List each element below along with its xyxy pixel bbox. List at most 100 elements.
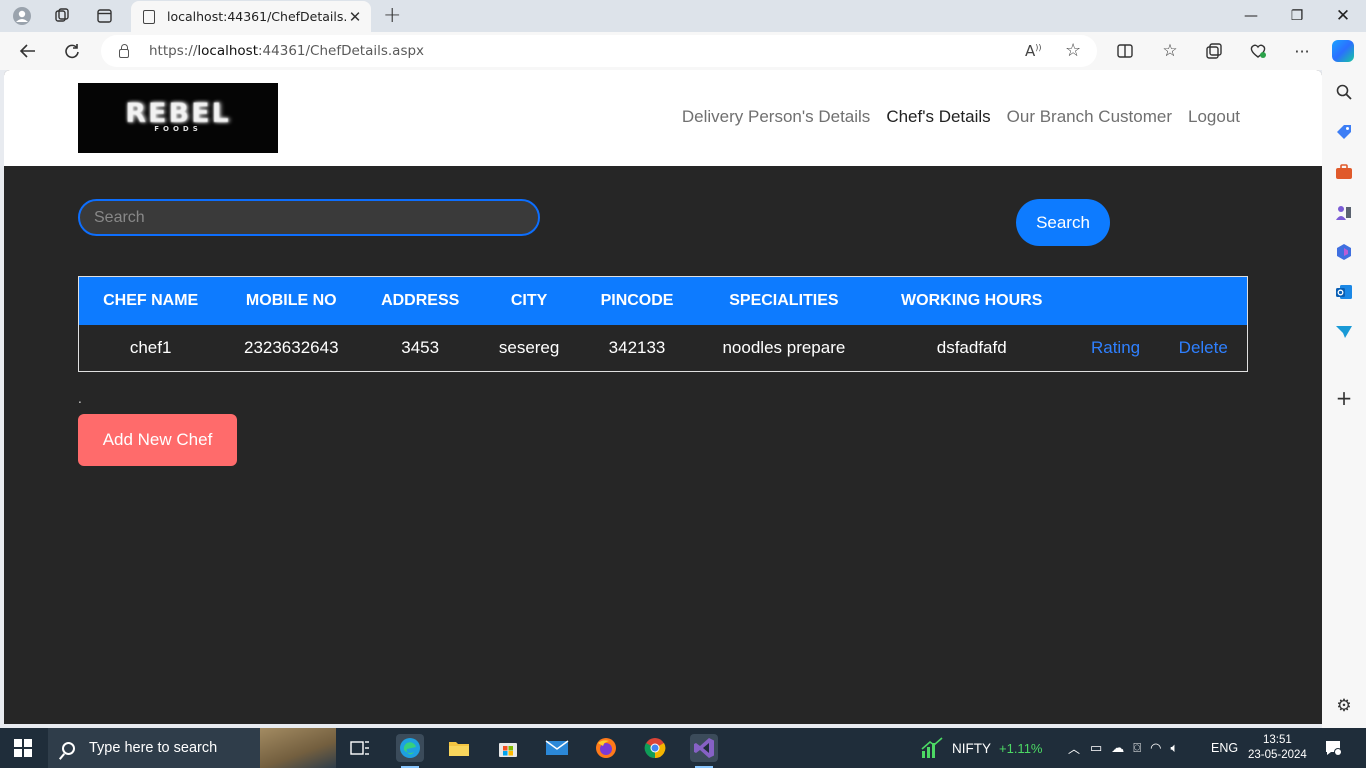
add-new-chef-button[interactable]: Add New Chef (78, 414, 237, 466)
cell-mobile-no: 2323632643 (243, 337, 339, 357)
firefox-icon[interactable] (592, 734, 620, 762)
column-header: WORKING HOURS (871, 276, 1072, 325)
copilot-icon[interactable] (1332, 40, 1354, 62)
back-icon[interactable] (16, 40, 40, 62)
rebel-foods-logo[interactable]: REBEL FOODS (78, 83, 278, 153)
shopping-tag-icon[interactable] (1334, 122, 1354, 142)
system-tray-icons: ▭ ☁ ⌼ ◠ 🔈︎ (1090, 728, 1178, 768)
tab-title: localhost:44361/ChefDetails.aspx (167, 9, 347, 24)
table-row: chef1 2323632643 3453 sesereg 342133 noo… (79, 325, 1248, 372)
url-text: https://localhost:44361/ChefDetails.aspx (149, 43, 425, 59)
delete-link[interactable]: Delete (1179, 338, 1228, 357)
stock-name: NIFTY (952, 740, 991, 756)
clock[interactable]: 13:51 23-05-2024 (1248, 728, 1307, 768)
games-icon[interactable] (1334, 202, 1354, 222)
rating-link[interactable]: Rating (1091, 338, 1140, 357)
workspaces-icon[interactable] (52, 6, 72, 26)
column-header-delete (1159, 276, 1248, 325)
column-header-rating (1071, 276, 1160, 325)
column-header: SPECIALITIES (695, 276, 872, 325)
taskbar-search-placeholder: Type here to search (89, 740, 218, 756)
column-header: PINCODE (578, 276, 696, 325)
taskbar-search-box[interactable]: Type here to search (48, 728, 336, 768)
close-tab-icon[interactable]: ✕ (347, 8, 363, 26)
cell-rating: Rating (1072, 325, 1160, 372)
minimize-icon[interactable]: — (1228, 0, 1274, 32)
browser-tab-strip: localhost:44361/ChefDetails.aspx ✕ + — ❐… (0, 0, 1366, 32)
cell-delete: Delete (1160, 325, 1248, 372)
windows-start-icon[interactable] (14, 739, 32, 757)
task-view-icon[interactable] (346, 734, 374, 762)
tools-briefcase-icon[interactable] (1334, 162, 1354, 182)
cell-specialities: noodles prepare (722, 337, 846, 357)
nav-chefs-details[interactable]: Chef's Details (886, 107, 990, 127)
cell-pincode: 342133 (608, 337, 666, 357)
main-content: Search CHEF NAME MOBILE NO ADDRESS CITY … (4, 166, 1322, 724)
refresh-icon[interactable] (60, 40, 84, 62)
file-explorer-icon[interactable] (445, 734, 473, 762)
cell-working-hours: dsfadfafd (936, 337, 1007, 357)
camera-icon[interactable]: ⌼ (1133, 740, 1141, 756)
main-nav: Delivery Person's Details Chef's Details… (682, 107, 1240, 127)
search-icon (62, 741, 75, 755)
more-options-icon[interactable]: ··· (1290, 40, 1314, 62)
battery-icon[interactable]: ▭ (1090, 740, 1102, 756)
cell-city: sesereg (498, 337, 560, 357)
search-button[interactable]: Search (1016, 199, 1110, 246)
column-header: ADDRESS (360, 276, 481, 325)
column-header: CHEF NAME (78, 276, 223, 325)
clock-time: 13:51 (1263, 734, 1292, 746)
stock-change: +1.11% (999, 740, 1043, 756)
stock-widget[interactable]: NIFTY +1.11% (920, 728, 1043, 768)
page-viewport: REBEL FOODS Delivery Person's Details Ch… (4, 70, 1322, 724)
tab-actions-icon[interactable] (94, 6, 114, 26)
profile-icon[interactable] (12, 6, 32, 26)
column-header: MOBILE NO (222, 276, 361, 325)
microsoft-store-icon[interactable] (494, 734, 522, 762)
nav-our-branch-customer[interactable]: Our Branch Customer (1007, 107, 1172, 127)
mail-icon[interactable] (543, 734, 571, 762)
restore-icon[interactable]: ❐ (1274, 0, 1320, 32)
address-bar[interactable]: https://localhost:44361/ChefDetails.aspx… (101, 35, 1097, 67)
nav-delivery-person-details[interactable]: Delivery Person's Details (682, 107, 870, 127)
volume-icon[interactable]: 🔈︎ (1170, 740, 1178, 756)
active-tab[interactable]: localhost:44361/ChefDetails.aspx ✕ (131, 1, 371, 32)
new-tab-button[interactable]: + (383, 3, 401, 28)
cell-address: 3453 (401, 337, 440, 357)
logo-text: REBEL (125, 98, 231, 129)
windows-taskbar: Type here to search NIFTY +1.11% ︿ ▭ ☁ ⌼… (0, 728, 1366, 768)
read-aloud-icon[interactable]: A)) (1025, 42, 1042, 60)
table-header-row: CHEF NAME MOBILE NO ADDRESS CITY PINCODE… (78, 276, 1248, 325)
add-sidebar-app-icon[interactable]: + (1334, 386, 1354, 410)
show-hidden-icons[interactable]: ︿ (1068, 728, 1080, 768)
stray-dot-text: . (78, 392, 82, 406)
lock-icon[interactable] (119, 43, 129, 58)
sidebar-settings-icon[interactable]: ⚙ (1334, 696, 1354, 716)
microsoft-365-icon[interactable] (1334, 242, 1354, 262)
language-indicator[interactable]: ENG (1211, 728, 1238, 768)
column-header: CITY (480, 276, 579, 325)
edge-sidebar: + ⚙ (1322, 70, 1366, 728)
collections-icon[interactable] (1202, 40, 1226, 62)
edge-taskbar-icon[interactable] (396, 734, 424, 768)
clock-date: 23-05-2024 (1248, 749, 1307, 761)
wifi-icon[interactable]: ◠ (1150, 740, 1161, 756)
visual-studio-icon[interactable] (690, 734, 718, 768)
sidebar-search-icon[interactable] (1334, 82, 1354, 102)
send-icon[interactable] (1334, 322, 1354, 342)
search-input[interactable] (78, 199, 540, 236)
outlook-icon[interactable] (1334, 282, 1354, 302)
nav-logout[interactable]: Logout (1188, 107, 1240, 127)
site-header: REBEL FOODS Delivery Person's Details Ch… (4, 70, 1322, 166)
chrome-icon[interactable] (641, 734, 669, 762)
favorites-icon[interactable]: ☆ (1158, 40, 1182, 62)
cell-chef-name: chef1 (129, 337, 172, 357)
browser-essentials-icon[interactable] (1246, 40, 1270, 62)
page-icon (143, 9, 155, 24)
browser-toolbar: https://localhost:44361/ChefDetails.aspx… (0, 32, 1366, 70)
split-screen-icon[interactable] (1113, 40, 1137, 62)
favorite-star-icon[interactable]: ☆ (1065, 40, 1081, 61)
notifications-icon[interactable] (1324, 728, 1342, 768)
close-window-icon[interactable]: ✕ (1320, 0, 1366, 32)
onedrive-cloud-icon[interactable]: ☁ (1111, 740, 1124, 756)
